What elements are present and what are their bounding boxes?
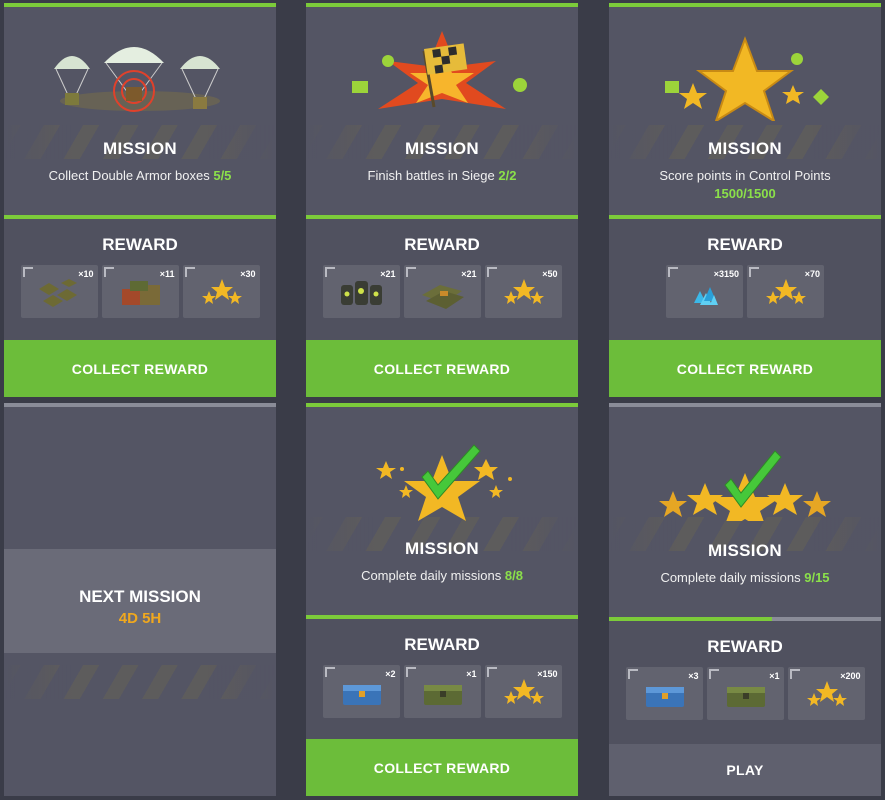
- mission-title: MISSION: [708, 139, 782, 158]
- reward-area: REWARD ×3 ×1 ×200: [609, 621, 881, 744]
- mission-description: Score points in Control Points 1500/1500: [659, 168, 831, 201]
- reward-qty: ×1: [466, 669, 477, 679]
- supply-crate-icon: [121, 281, 160, 305]
- mission-card-daily-8: MISSION Complete daily missions 8/8 REWA…: [306, 403, 578, 796]
- green-container-icon: [726, 687, 765, 707]
- mission-description: Collect Double Armor boxes 5/5: [48, 168, 232, 183]
- mission-progress: 5/5: [213, 168, 232, 183]
- next-mission-card: NEXT MISSION 4D 5H: [4, 403, 276, 796]
- parachute-crates-icon: [54, 47, 220, 112]
- mission-description: Complete daily missions 9/15: [660, 570, 830, 585]
- stars-icon: [201, 279, 242, 304]
- green-container-icon: [423, 685, 462, 705]
- mission-progress: 2/2: [498, 168, 517, 183]
- mission-area: MISSION Score points in Control Points 1…: [609, 7, 881, 215]
- reward-title: REWARD: [102, 235, 178, 254]
- reward-item-supply-crate[interactable]: ×11: [101, 265, 179, 318]
- reward-item-stars[interactable]: ×70: [747, 265, 824, 318]
- reward-qty: ×1: [769, 671, 780, 681]
- card-top-bar: [4, 403, 276, 407]
- repair-kits-icon: [421, 285, 464, 309]
- crystals-icon: [694, 287, 718, 305]
- mission-card-daily-15: MISSION Complete daily missions 9/15 REW…: [609, 403, 881, 796]
- stars-icon: [766, 279, 806, 304]
- stars-icon: [503, 679, 544, 704]
- reward-item-double-armor[interactable]: ×10: [20, 265, 98, 318]
- mission-progress: 1500/1500: [714, 186, 776, 201]
- fuel-barrels-icon: [340, 281, 382, 305]
- reward-qty: ×2: [385, 669, 396, 679]
- checkered-flag-explosion-icon: [352, 31, 527, 109]
- collect-reward-button[interactable]: COLLECT REWARD: [609, 340, 881, 397]
- reward-item-blue-container[interactable]: ×3: [625, 667, 703, 720]
- reward-item-repair-kits[interactable]: ×21: [403, 265, 481, 318]
- mission-card-double-armor: MISSION Collect Double Armor boxes 5/5 R…: [4, 3, 276, 397]
- mission-card-control-points: MISSION Score points in Control Points 1…: [609, 3, 881, 397]
- mission-description: Finish battles in Siege 2/2: [367, 168, 517, 183]
- reward-area: REWARD ×2 ×1 ×150: [306, 619, 578, 740]
- collect-reward-button[interactable]: COLLECT REWARD: [306, 340, 578, 397]
- reward-item-stars[interactable]: ×30: [182, 265, 260, 318]
- mission-area: MISSION Finish battles in Siege 2/2: [306, 7, 578, 215]
- mission-area: MISSION Collect Double Armor boxes 5/5: [4, 7, 276, 215]
- collect-reward-button[interactable]: COLLECT REWARD: [306, 739, 578, 796]
- reward-title: REWARD: [404, 635, 480, 654]
- stars-icon: [806, 681, 847, 706]
- star-checkmark-icon: [376, 444, 512, 521]
- mission-progress: 8/8: [504, 568, 523, 583]
- next-mission-title: NEXT MISSION: [79, 587, 201, 606]
- reward-title: REWARD: [707, 637, 783, 656]
- play-button[interactable]: PLAY: [609, 744, 881, 796]
- blue-container-icon: [645, 687, 684, 707]
- mission-title: MISSION: [103, 139, 177, 158]
- next-mission-timer: 4D 5H: [118, 610, 162, 627]
- double-armor-box-icon: [38, 279, 77, 307]
- stars-icon: [503, 279, 544, 304]
- reward-item-stars[interactable]: ×150: [484, 665, 562, 718]
- collect-reward-button[interactable]: COLLECT REWARD: [4, 340, 276, 397]
- stars-row-checkmark-icon: [659, 450, 831, 521]
- mission-area: MISSION Complete daily missions 9/15: [609, 407, 881, 617]
- reward-title: REWARD: [707, 235, 783, 254]
- blue-container-icon: [342, 685, 381, 705]
- reward-area: REWARD ×10 ×11 ×30: [4, 219, 276, 340]
- mission-progress: 9/15: [804, 570, 830, 585]
- mission-card-siege: MISSION Finish battles in Siege 2/2 REWA…: [306, 3, 578, 397]
- reward-area: REWARD ×21 ×21 ×50: [306, 219, 578, 340]
- next-mission-panel: NEXT MISSION 4D 5H: [4, 549, 276, 653]
- reward-item-green-container[interactable]: ×1: [706, 667, 784, 720]
- mission-title: MISSION: [708, 541, 782, 560]
- reward-item-stars[interactable]: ×200: [787, 667, 865, 720]
- reward-area: REWARD ×3150 ×70: [609, 219, 881, 340]
- reward-qty: ×3: [688, 671, 699, 681]
- mission-area: MISSION Complete daily missions 8/8: [306, 407, 578, 615]
- reward-item-stars[interactable]: ×50: [484, 265, 562, 318]
- big-star-icon: [665, 36, 829, 121]
- reward-title: REWARD: [404, 235, 480, 254]
- reward-item-crystals[interactable]: ×3150: [666, 265, 743, 318]
- mission-title: MISSION: [405, 139, 479, 158]
- mission-description: Complete daily missions 8/8: [361, 568, 523, 583]
- reward-item-fuel-barrels[interactable]: ×21: [322, 265, 400, 318]
- reward-item-green-container[interactable]: ×1: [403, 665, 481, 718]
- reward-item-blue-container[interactable]: ×2: [322, 665, 400, 718]
- mission-title: MISSION: [405, 539, 479, 558]
